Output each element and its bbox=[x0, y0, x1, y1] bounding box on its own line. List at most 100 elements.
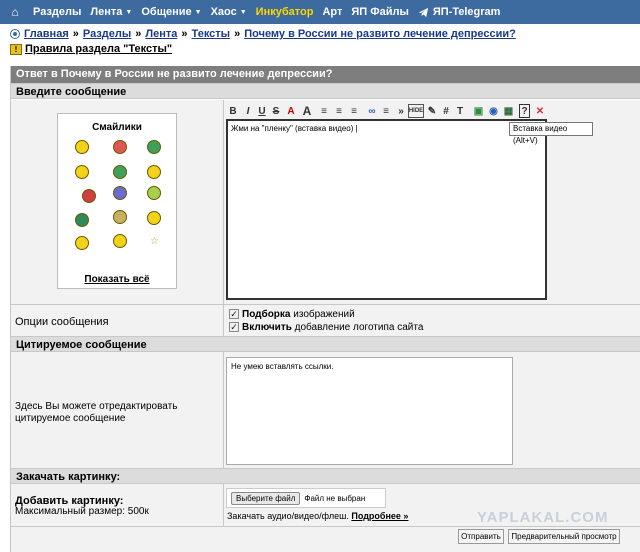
option-logo-bold: Включить bbox=[242, 322, 292, 333]
breadcrumb-feed[interactable]: Лента bbox=[145, 28, 177, 40]
smiley-star-icon[interactable]: ☆ bbox=[150, 236, 159, 247]
nav-label: ЯП Файлы bbox=[351, 6, 409, 18]
strike-button[interactable]: S bbox=[271, 104, 281, 118]
option-logo-checkbox[interactable]: ✓ bbox=[229, 322, 239, 332]
bold-button[interactable]: B bbox=[228, 104, 238, 118]
video-button[interactable]: ▦ bbox=[503, 104, 514, 118]
smiley-icon[interactable] bbox=[75, 140, 89, 154]
caret-down-icon: ▼ bbox=[125, 8, 133, 16]
nav-label: Арт bbox=[322, 6, 343, 18]
smiley-sick-icon[interactable] bbox=[75, 213, 89, 227]
nav-label: ЯП-Telegram bbox=[432, 6, 501, 18]
nav-item-chaos[interactable]: Хаос ▼ bbox=[211, 6, 247, 18]
list-button[interactable]: ≡ bbox=[381, 104, 391, 118]
underline-button[interactable]: U bbox=[257, 104, 267, 118]
smiley-music-icon[interactable] bbox=[75, 165, 89, 179]
nav-item-telegram[interactable]: ЯП-Telegram bbox=[418, 6, 501, 18]
align-center-button[interactable]: ≡ bbox=[334, 104, 344, 118]
smiley-spin-icon[interactable] bbox=[113, 186, 127, 200]
nav-item-incubator[interactable]: Инкубатор bbox=[256, 6, 314, 18]
text-button[interactable]: T bbox=[455, 104, 465, 118]
breadcrumb-home[interactable]: Главная bbox=[24, 28, 69, 40]
caret-down-icon: ▼ bbox=[239, 8, 247, 16]
breadcrumb-topic[interactable]: Почему в России не развито лечение депре… bbox=[244, 28, 516, 40]
watermark: YAPLAKAL.COM bbox=[477, 509, 609, 526]
smiley-sad-icon[interactable] bbox=[75, 236, 89, 250]
option-gallery-checkbox[interactable]: ✓ bbox=[229, 309, 239, 319]
file-input[interactable]: Выберите файл Файл не выбран bbox=[226, 488, 386, 508]
globe-icon bbox=[10, 29, 20, 39]
help-button[interactable]: ? bbox=[519, 104, 530, 118]
edit-button[interactable]: ✎ bbox=[427, 104, 437, 118]
top-nav: ⌂ Разделы Лента ▼ Общение ▼ Хаос ▼ Инкубато… bbox=[0, 0, 640, 24]
option-gallery-rest: изображений bbox=[293, 309, 355, 320]
code-button[interactable]: # bbox=[441, 104, 451, 118]
media-upload-row: Закачать аудио/видео/флеш. Подробнее » bbox=[227, 511, 408, 521]
section-enter-message: Введите сообщение bbox=[11, 83, 640, 99]
choose-file-button[interactable]: Выберите файл bbox=[231, 491, 301, 505]
nav-label: Общение bbox=[141, 6, 192, 18]
option-gallery-bold: Подборка bbox=[242, 309, 291, 320]
align-left-button[interactable]: ≡ bbox=[319, 104, 329, 118]
options-label: Опции сообщения bbox=[15, 316, 109, 328]
breadcrumb-texts[interactable]: Тексты bbox=[192, 28, 231, 40]
smiley-wink-icon[interactable] bbox=[147, 165, 161, 179]
close-tags-button[interactable]: ✕ bbox=[535, 104, 545, 118]
quote-button[interactable]: » bbox=[396, 104, 406, 118]
breadcrumb: Главная » Разделы » Лента » Тексты » Поч… bbox=[10, 28, 516, 40]
font-color-button[interactable]: A bbox=[286, 104, 296, 118]
smiley-kiss-icon[interactable] bbox=[147, 211, 161, 225]
media-more-link[interactable]: Подробнее » bbox=[351, 511, 408, 521]
caret-down-icon: ▼ bbox=[194, 8, 202, 16]
home-icon[interactable]: ⌂ bbox=[6, 5, 24, 19]
message-textarea[interactable]: Жми на "пленку" (вставка видео) | bbox=[226, 119, 547, 300]
nav-item-feed[interactable]: Лента ▼ bbox=[90, 6, 132, 18]
nav-item-community[interactable]: Общение ▼ bbox=[141, 6, 201, 18]
option-logo-label: Включить добавление логотипа сайта bbox=[242, 322, 423, 333]
media-upload-text: Закачать аудио/видео/флеш. bbox=[227, 511, 349, 521]
flash-button[interactable]: ◉ bbox=[488, 104, 499, 118]
option-logo-rest: добавление логотипа сайта bbox=[294, 322, 424, 333]
send-button[interactable]: Отправить bbox=[458, 529, 504, 544]
warning-icon: ! bbox=[10, 43, 22, 55]
nav-label: Инкубатор bbox=[255, 6, 314, 18]
smiley-shoot-icon[interactable] bbox=[82, 189, 96, 203]
form-header: Ответ в Почему в России не развито лечен… bbox=[11, 66, 640, 83]
breadcrumb-separator: » bbox=[72, 28, 79, 40]
smilies-panel: Смайлики ☆ Показать всё bbox=[57, 113, 177, 289]
image-button[interactable]: ▣ bbox=[473, 104, 484, 118]
breadcrumb-separator: » bbox=[181, 28, 188, 40]
nav-item-art[interactable]: Арт bbox=[322, 6, 342, 18]
nav-label: Хаос bbox=[210, 6, 237, 18]
nav-item-sections[interactable]: Разделы bbox=[33, 6, 81, 18]
rules-row: ! Правила раздела "Тексты" bbox=[10, 43, 172, 55]
smilies-title: Смайлики bbox=[92, 122, 142, 133]
smiley-drink-icon[interactable] bbox=[113, 210, 127, 224]
breadcrumb-separator: » bbox=[135, 28, 142, 40]
nav-item-files[interactable]: ЯП Файлы bbox=[351, 6, 409, 18]
quote-label: Здесь Вы можете отредактировать цитируем… bbox=[15, 401, 178, 424]
nav-label: Разделы bbox=[33, 6, 82, 18]
show-all-smilies-link[interactable]: Показать всё bbox=[58, 274, 176, 285]
align-right-button[interactable]: ≡ bbox=[349, 104, 359, 118]
section-quote: Цитируемое сообщение bbox=[11, 336, 640, 352]
link-button[interactable]: ∞ bbox=[366, 104, 378, 118]
preview-button[interactable]: Предварительный просмотр bbox=[508, 529, 620, 544]
smiley-laugh-icon[interactable] bbox=[113, 234, 127, 248]
smiley-gun-icon[interactable] bbox=[113, 165, 127, 179]
italic-button[interactable]: I bbox=[243, 104, 253, 118]
nav-label: Лента bbox=[90, 6, 123, 18]
video-tooltip: Вставка видео (Alt+V) bbox=[509, 122, 593, 145]
quote-textarea[interactable]: Не умею вставлять ссылки. bbox=[226, 357, 513, 465]
option-gallery-label: Подборка изображений bbox=[242, 309, 355, 320]
font-size-button[interactable]: A bbox=[302, 104, 312, 118]
section-upload: Закачать картинку: bbox=[11, 468, 640, 484]
breadcrumb-sections[interactable]: Разделы bbox=[83, 28, 131, 40]
smiley-dance-icon[interactable] bbox=[147, 186, 161, 200]
smiley-devil-icon[interactable] bbox=[113, 140, 127, 154]
smiley-green-icon[interactable] bbox=[147, 140, 161, 154]
rules-link[interactable]: Правила раздела "Тексты" bbox=[25, 43, 172, 55]
upload-max-size: Максимальный размер: 500к bbox=[15, 506, 149, 517]
hide-button[interactable]: HIDE bbox=[408, 104, 424, 118]
file-status: Файл не выбран bbox=[304, 493, 366, 503]
